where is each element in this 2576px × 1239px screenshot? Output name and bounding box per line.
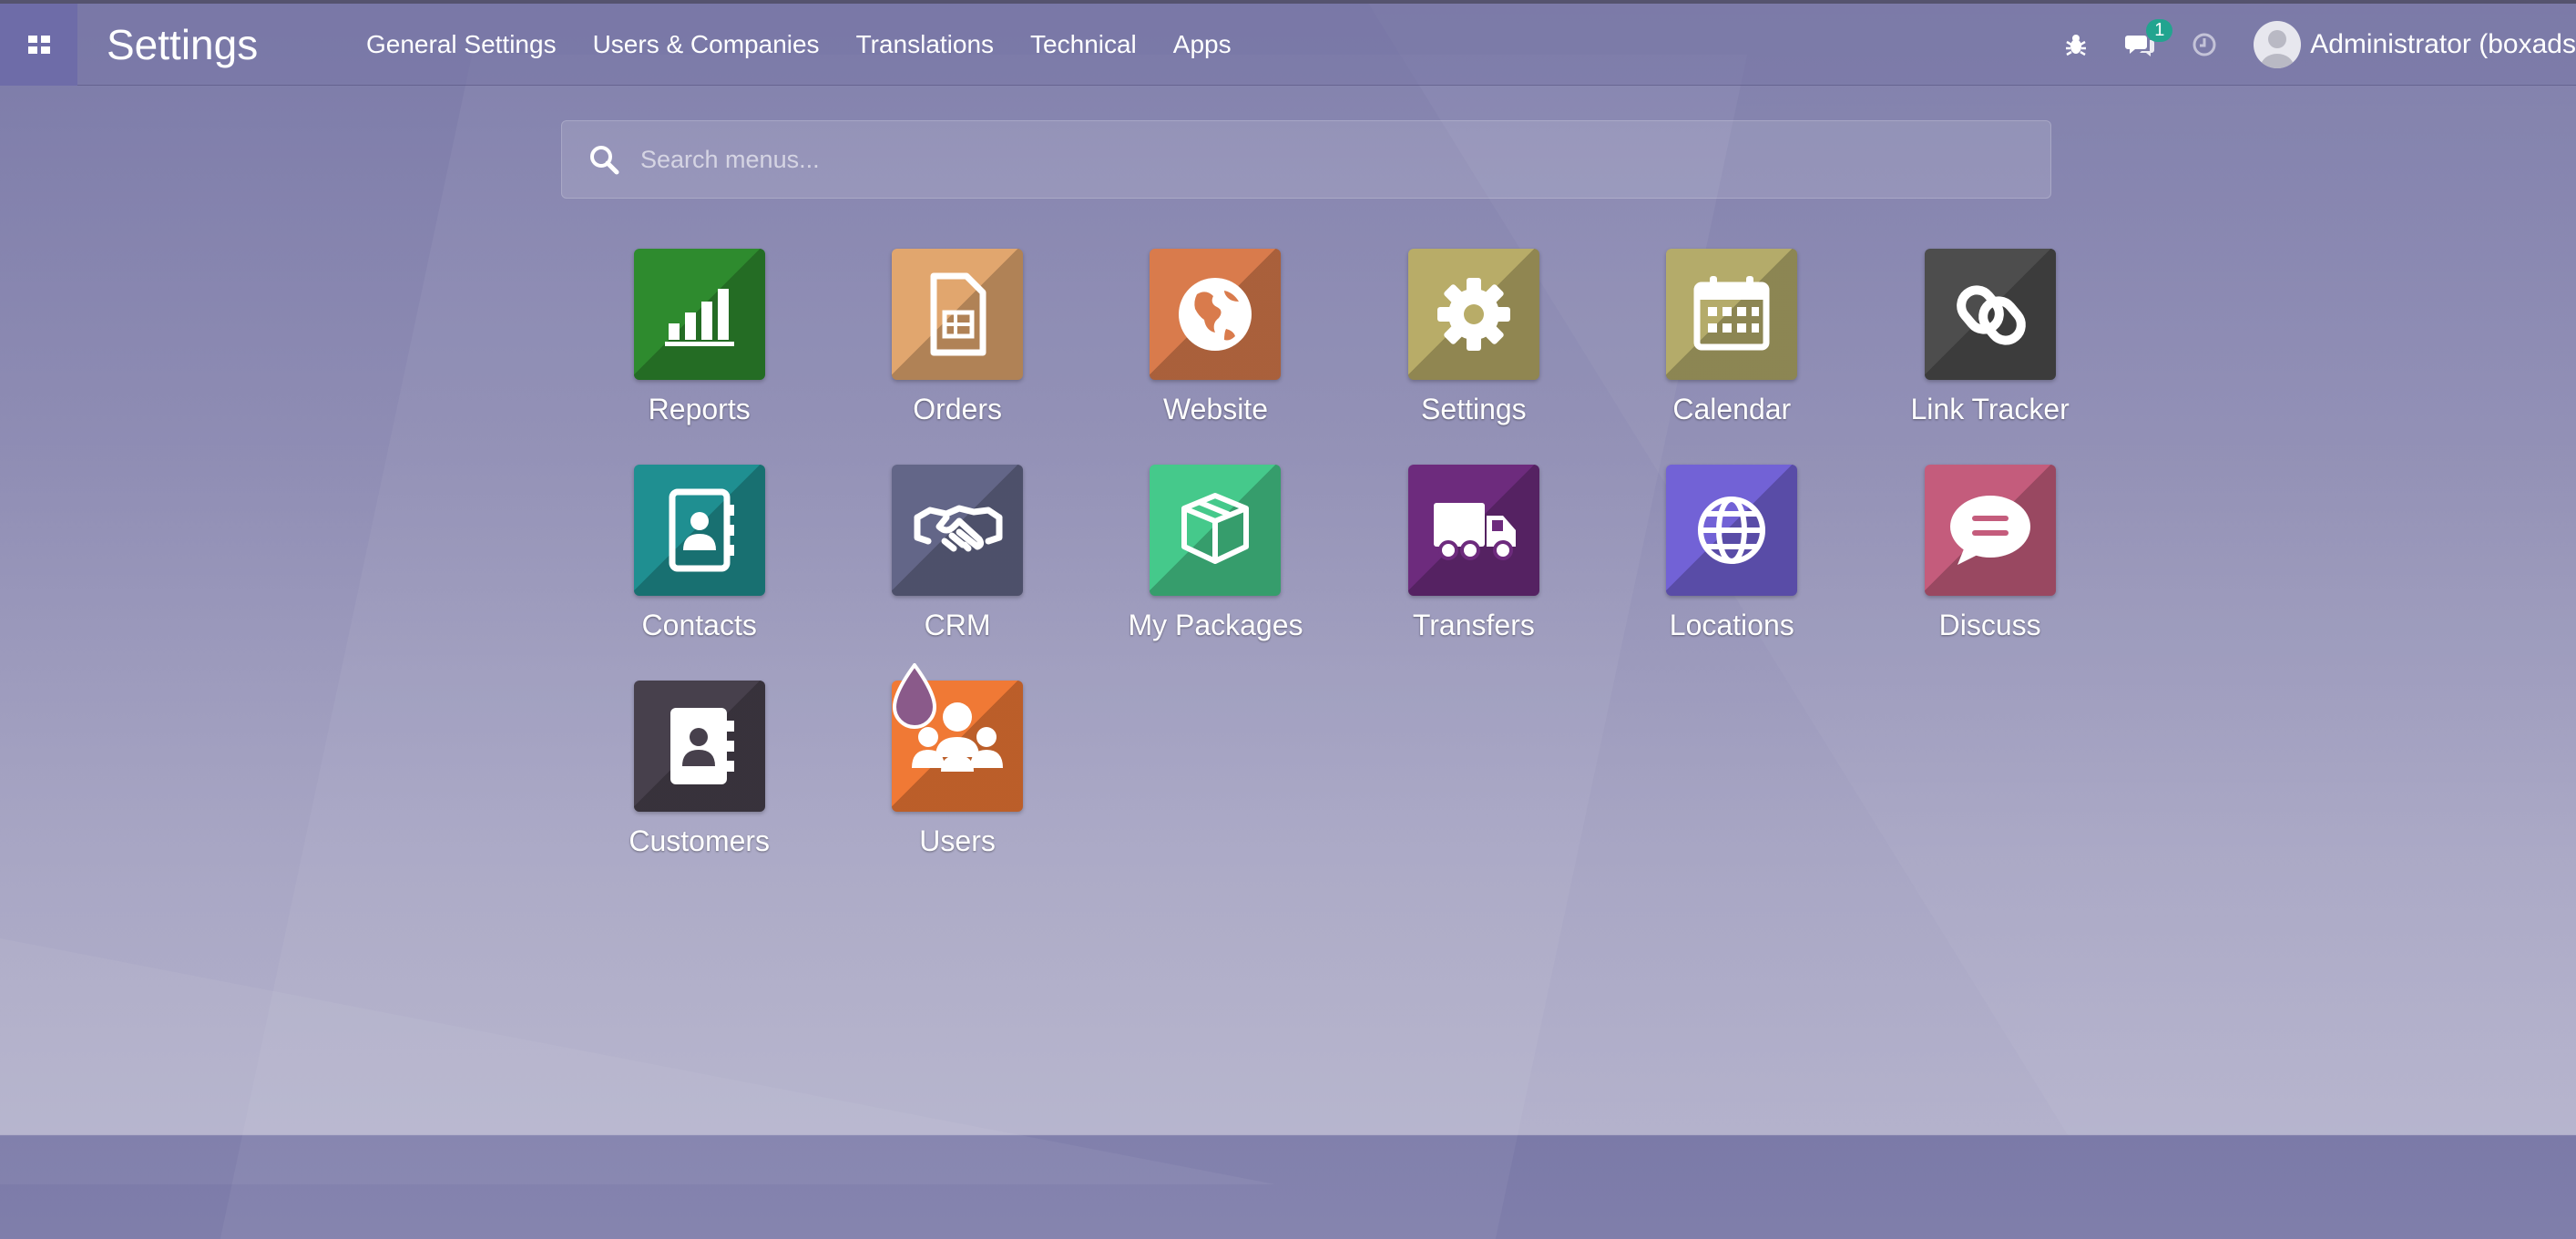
app-discuss[interactable]: Discuss bbox=[1861, 465, 2119, 681]
avatar bbox=[2254, 21, 2302, 68]
app-label-link-tracker: Link Tracker bbox=[1910, 393, 2070, 425]
search-input[interactable] bbox=[639, 144, 2050, 175]
app-tile-settings bbox=[1407, 249, 1539, 380]
app-tile-website bbox=[1150, 249, 1282, 380]
app-contacts[interactable]: Contacts bbox=[570, 465, 828, 681]
app-reports[interactable]: Reports bbox=[570, 249, 828, 465]
app-label-crm: CRM bbox=[924, 609, 991, 641]
app-tile-locations bbox=[1666, 465, 1798, 596]
app-calendar[interactable]: Calendar bbox=[1603, 249, 1861, 465]
app-tile-reports bbox=[633, 249, 765, 380]
app-crm[interactable]: CRM bbox=[828, 465, 1086, 681]
app-label-customers: Customers bbox=[629, 824, 771, 857]
app-label-discuss: Discuss bbox=[1938, 609, 2041, 641]
address-book-icon bbox=[669, 488, 734, 572]
main-menu: General Settings Users & Companies Trans… bbox=[366, 4, 1268, 86]
app-switcher-button[interactable] bbox=[0, 4, 77, 86]
systray: 1 Administrator (boxads bbox=[2064, 4, 2576, 86]
app-customers[interactable]: Customers bbox=[570, 681, 828, 896]
app-label-settings: Settings bbox=[1421, 393, 1527, 425]
bar-chart-icon bbox=[664, 289, 734, 346]
app-label-contacts: Contacts bbox=[641, 609, 757, 641]
app-locations[interactable]: Locations bbox=[1603, 465, 1861, 681]
menu-users-companies[interactable]: Users & Companies bbox=[593, 30, 820, 59]
app-link-tracker[interactable]: Link Tracker bbox=[1861, 249, 2119, 465]
link-icon bbox=[1956, 285, 2026, 345]
app-label-my-packages: My Packages bbox=[1128, 609, 1303, 641]
grid-icon bbox=[27, 36, 50, 54]
user-menu[interactable]: Administrator (boxads bbox=[2254, 21, 2576, 68]
truck-icon bbox=[1433, 503, 1516, 560]
app-label-reports: Reports bbox=[648, 393, 751, 425]
calendar-icon bbox=[1693, 276, 1770, 351]
app-label-orders: Orders bbox=[913, 393, 1002, 425]
app-tile-calendar bbox=[1666, 249, 1798, 380]
app-label-calendar: Calendar bbox=[1672, 393, 1792, 425]
document-icon bbox=[930, 272, 986, 356]
menu-translations[interactable]: Translations bbox=[856, 30, 994, 59]
app-tile-contacts bbox=[633, 465, 765, 596]
bug-icon bbox=[2066, 35, 2087, 56]
mouse-cursor bbox=[892, 663, 937, 729]
app-settings[interactable]: Settings bbox=[1344, 249, 1602, 465]
clock-icon bbox=[2193, 33, 2216, 56]
messages-count-badge: 1 bbox=[2146, 19, 2173, 42]
app-tile-orders bbox=[892, 249, 1024, 380]
search-icon bbox=[590, 146, 619, 175]
app-my-packages[interactable]: My Packages bbox=[1087, 465, 1344, 681]
menu-apps[interactable]: Apps bbox=[1173, 30, 1232, 59]
app-tile-customers bbox=[633, 681, 765, 812]
app-tile-discuss bbox=[1924, 465, 2056, 596]
app-grid: Reports Orders Website Settings Calendar… bbox=[570, 249, 2119, 896]
app-website[interactable]: Website bbox=[1087, 249, 1344, 465]
app-label-users: Users bbox=[919, 824, 996, 857]
debug-button[interactable] bbox=[2064, 33, 2088, 56]
top-navbar: Settings General Settings Users & Compan… bbox=[0, 0, 2576, 86]
user-name: Administrator (boxads bbox=[2310, 29, 2576, 59]
app-label-transfers: Transfers bbox=[1412, 609, 1535, 641]
activities-button[interactable] bbox=[2192, 32, 2217, 57]
app-tile-transfers bbox=[1407, 465, 1539, 596]
app-label-locations: Locations bbox=[1669, 609, 1794, 641]
menu-general-settings[interactable]: General Settings bbox=[366, 30, 557, 59]
world-icon bbox=[1698, 497, 1766, 564]
app-title: Settings bbox=[107, 21, 259, 68]
app-tile-my-packages bbox=[1150, 465, 1282, 596]
app-users[interactable]: Users bbox=[828, 681, 1086, 896]
menu-technical[interactable]: Technical bbox=[1030, 30, 1137, 59]
app-tile-crm bbox=[892, 465, 1024, 596]
app-transfers[interactable]: Transfers bbox=[1344, 465, 1602, 681]
handshake-icon bbox=[914, 505, 1003, 552]
chat-bubble-icon bbox=[1949, 496, 2030, 565]
globe-icon bbox=[1179, 278, 1252, 351]
contact-card-icon bbox=[670, 708, 734, 784]
gear-icon bbox=[1436, 278, 1510, 351]
app-orders[interactable]: Orders bbox=[828, 249, 1086, 465]
box-icon bbox=[1181, 493, 1250, 564]
app-label-website: Website bbox=[1162, 393, 1268, 425]
menu-search-bar bbox=[561, 120, 2051, 199]
messages-button[interactable]: 1 bbox=[2124, 19, 2173, 57]
app-tile-link-tracker bbox=[1924, 249, 2056, 380]
